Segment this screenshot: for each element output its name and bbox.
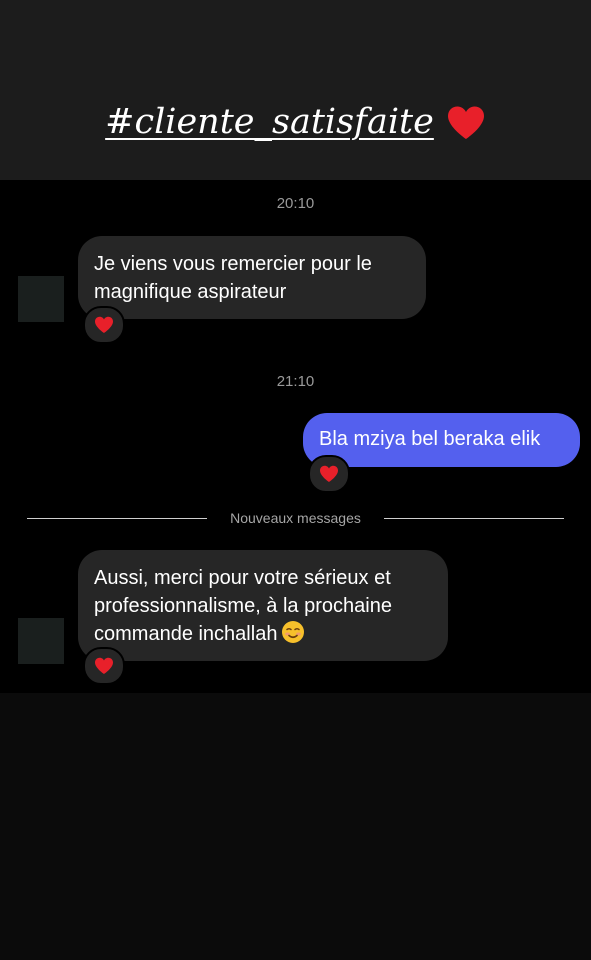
story-header	[0, 0, 591, 180]
new-messages-divider: Nouveaux messages	[27, 508, 564, 528]
story-caption: #cliente_satisfaite	[0, 96, 591, 148]
timestamp: 21:10	[276, 373, 315, 390]
avatar[interactable]	[18, 618, 64, 664]
smiling-face-icon	[282, 621, 305, 643]
heart-icon	[320, 465, 338, 482]
hashtag-text: #cliente_satisfaite	[105, 102, 434, 142]
divider-line	[384, 518, 564, 519]
heart-icon	[95, 657, 113, 674]
message-text: Aussi, merci pour votre sérieux et profe…	[94, 567, 392, 645]
incoming-message-bubble[interactable]: Aussi, merci pour votre sérieux et profe…	[78, 550, 448, 661]
reaction-badge[interactable]	[83, 647, 125, 685]
heart-icon	[95, 316, 113, 333]
incoming-message-bubble[interactable]: Je viens vous remercier pour le magnifiq…	[78, 236, 426, 319]
avatar[interactable]	[18, 276, 64, 322]
timestamp: 20:10	[276, 195, 315, 212]
reaction-badge[interactable]	[83, 306, 125, 344]
heart-icon	[447, 106, 484, 139]
reaction-badge[interactable]	[308, 455, 350, 493]
outgoing-message-bubble[interactable]: Bla mziya bel beraka elik	[303, 413, 580, 467]
story-footer	[0, 693, 591, 960]
